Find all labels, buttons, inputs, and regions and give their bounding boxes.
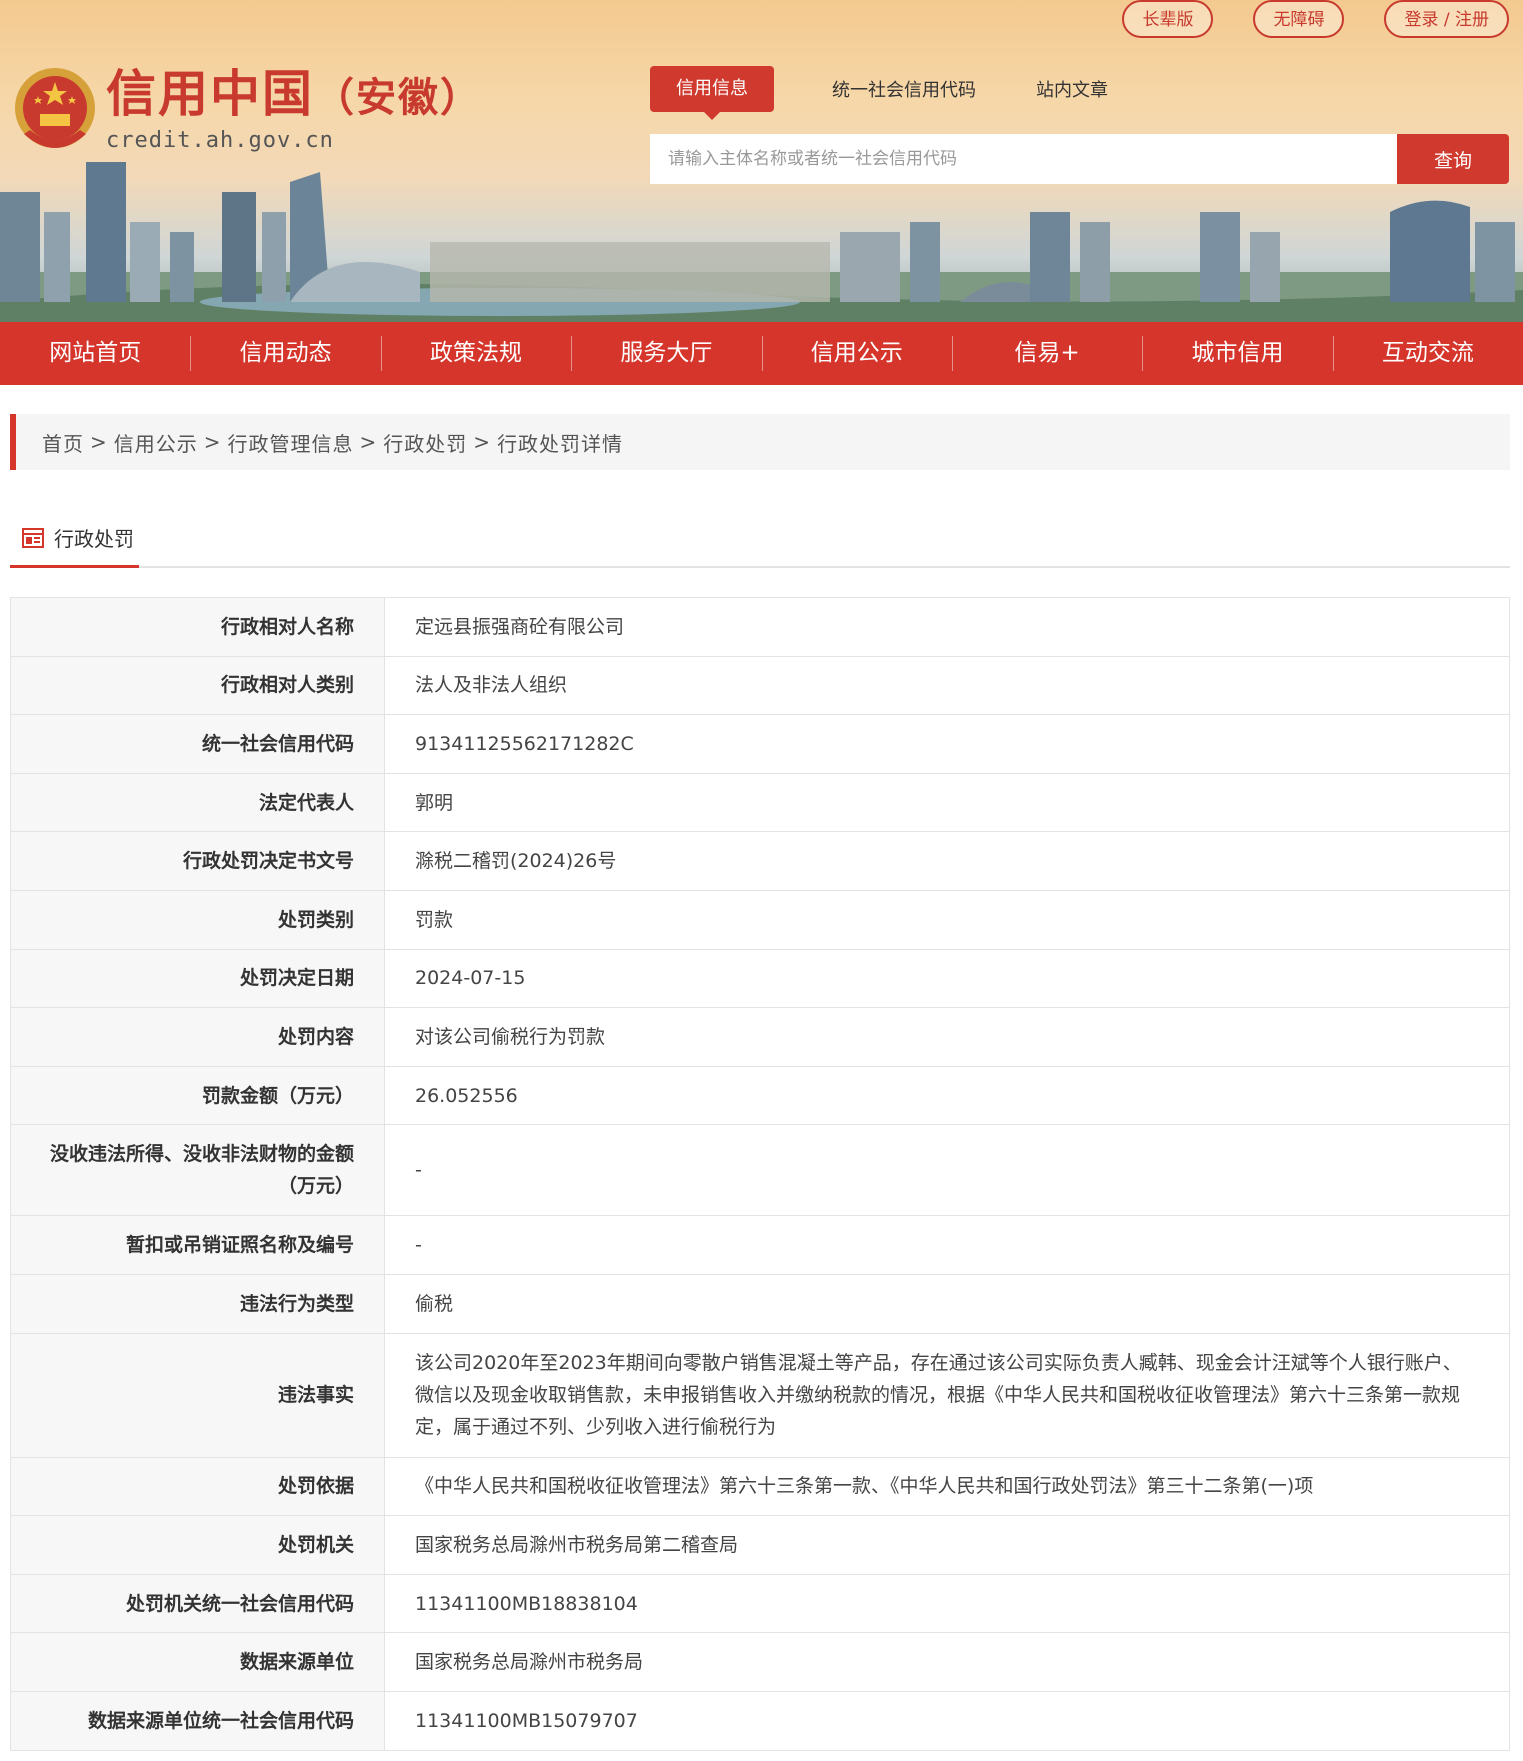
row-label: 行政处罚决定书文号 xyxy=(10,831,385,891)
table-row: 违法事实 该公司2020年至2023年期间向零散户销售混凝土等产品，存在通过该公司… xyxy=(10,1332,1510,1458)
row-value: 《中华人民共和国税收征收管理法》第六十三条第一款、《中华人民共和国行政处罚法》第… xyxy=(384,1456,1510,1517)
row-label: 违法事实 xyxy=(10,1332,385,1458)
row-value: 国家税务总局滁州市税务局第二稽查局 xyxy=(384,1515,1510,1575)
tab-credit-info[interactable]: 信用信息 xyxy=(650,66,774,120)
row-value: 定远县振强商砼有限公司 xyxy=(384,597,1510,657)
row-value: 郭明 xyxy=(384,772,1510,833)
site-url: credit.ah.gov.cn xyxy=(106,128,334,153)
table-row: 没收违法所得、没收非法财物的金额（万元） - xyxy=(10,1124,1510,1217)
row-value: - xyxy=(384,1124,1510,1217)
elder-mode-link[interactable]: 长辈版 xyxy=(1122,0,1214,38)
table-row: 统一社会信用代码 91341125562171282C xyxy=(10,714,1510,774)
national-emblem-icon[interactable] xyxy=(10,64,100,158)
table-row: 处罚机关统一社会信用代码 11341100MB18838104 xyxy=(10,1573,1510,1634)
top-links: 长辈版 无障碍 登录 / 注册 xyxy=(1122,0,1509,38)
row-value: 26.052556 xyxy=(384,1065,1510,1126)
row-value: 11341100MB15079707 xyxy=(384,1690,1510,1751)
tab-site-articles[interactable]: 站内文章 xyxy=(1036,76,1108,102)
breadcrumb-credit-disclosure[interactable]: 信用公示 xyxy=(114,428,198,457)
table-row: 违法行为类型 偷税 xyxy=(10,1273,1510,1334)
row-value: 罚款 xyxy=(384,889,1510,950)
table-row: 行政处罚决定书文号 滁税二稽罚(2024)26号 xyxy=(10,831,1510,891)
table-row: 罚款金额（万元） 26.052556 xyxy=(10,1065,1510,1126)
breadcrumb-home[interactable]: 首页 xyxy=(42,428,84,457)
search-tabs: 信用信息 统一社会信用代码 站内文章 xyxy=(650,66,1168,120)
table-row: 数据来源单位 国家税务总局滁州市税务局 xyxy=(10,1632,1510,1692)
search-input[interactable] xyxy=(650,134,1397,184)
table-row: 处罚内容 对该公司偷税行为罚款 xyxy=(10,1007,1510,1067)
breadcrumb-admin-info[interactable]: 行政管理信息 xyxy=(228,428,354,457)
table-row: 处罚类别 罚款 xyxy=(10,889,1510,950)
row-value: 法人及非法人组织 xyxy=(384,655,1510,716)
row-label: 处罚类别 xyxy=(10,889,385,950)
login-register-link[interactable]: 登录 / 注册 xyxy=(1384,0,1509,38)
search-box: 查询 xyxy=(650,134,1509,184)
row-value: 2024-07-15 xyxy=(384,948,1510,1009)
section-tab: 行政处罚 xyxy=(10,510,139,568)
accessibility-link[interactable]: 无障碍 xyxy=(1253,0,1345,38)
row-value: 11341100MB18838104 xyxy=(384,1573,1510,1634)
nav-home[interactable]: 网站首页 xyxy=(0,322,190,385)
breadcrumb-current: 行政处罚详情 xyxy=(497,431,624,456)
site-province: 安徽 xyxy=(356,75,440,121)
nav-credit-news[interactable]: 信用动态 xyxy=(190,322,380,385)
row-value: 偷税 xyxy=(384,1273,1510,1334)
nav-interaction[interactable]: 互动交流 xyxy=(1332,322,1523,385)
table-row: 处罚机关 国家税务总局滁州市税务局第二稽查局 xyxy=(10,1515,1510,1575)
row-value: 国家税务总局滁州市税务局 xyxy=(384,1632,1510,1692)
row-label: 罚款金额（万元） xyxy=(10,1065,385,1126)
table-row: 处罚决定日期 2024-07-15 xyxy=(10,948,1510,1009)
row-label: 数据来源单位 xyxy=(10,1632,385,1692)
penalty-detail-table: 行政相对人名称 定远县振强商砼有限公司 行政相对人类别 法人及非法人组织 统一社会信用代… xyxy=(10,597,1510,1751)
row-label: 处罚决定日期 xyxy=(10,948,385,1009)
row-value: 滁税二稽罚(2024)26号 xyxy=(384,831,1510,891)
table-row: 行政相对人名称 定远县振强商砼有限公司 xyxy=(10,597,1510,657)
row-label: 暂扣或吊销证照名称及编号 xyxy=(10,1215,385,1275)
nav-xinyi-plus[interactable]: 信易+ xyxy=(951,322,1142,385)
breadcrumb: 首页 > 信用公示 > 行政管理信息 > 行政处罚 > 行政处罚详情 xyxy=(10,414,1510,470)
breadcrumb-admin-penalty[interactable]: 行政处罚 xyxy=(383,428,467,457)
row-label: 数据来源单位统一社会信用代码 xyxy=(10,1690,385,1751)
table-row: 行政相对人类别 法人及非法人组织 xyxy=(10,655,1510,716)
nav-service-hall[interactable]: 服务大厅 xyxy=(571,322,761,385)
site-header: 长辈版 无障碍 登录 / 注册 信用中国（安徽） credit.ah.gov.c… xyxy=(0,0,1523,322)
row-label: 违法行为类型 xyxy=(10,1273,385,1334)
row-value: 91341125562171282C xyxy=(384,714,1510,774)
section-title: 行政处罚 xyxy=(54,527,134,551)
row-label: 处罚内容 xyxy=(10,1007,385,1067)
main-nav: 网站首页 信用动态 政策法规 服务大厅 信用公示 信易+ 城市信用 互动交流 xyxy=(0,322,1523,385)
row-value: 对该公司偷税行为罚款 xyxy=(384,1007,1510,1067)
row-label: 统一社会信用代码 xyxy=(10,714,385,774)
row-label: 处罚依据 xyxy=(10,1456,385,1517)
row-label: 行政相对人类别 xyxy=(10,655,385,716)
row-label: 处罚机关 xyxy=(10,1515,385,1575)
table-row: 暂扣或吊销证照名称及编号 - xyxy=(10,1215,1510,1275)
row-value: 该公司2020年至2023年期间向零散户销售混凝土等产品，存在通过该公司实际负责… xyxy=(384,1332,1510,1458)
table-row: 数据来源单位统一社会信用代码 11341100MB15079707 xyxy=(10,1690,1510,1751)
table-row: 处罚依据 《中华人民共和国税收征收管理法》第六十三条第一款、《中华人民共和国行政处… xyxy=(10,1456,1510,1517)
nav-credit-disclosure[interactable]: 信用公示 xyxy=(761,322,952,385)
section-header: 行政处罚 xyxy=(10,510,1510,568)
nav-city-credit[interactable]: 城市信用 xyxy=(1142,322,1332,385)
row-label: 处罚机关统一社会信用代码 xyxy=(10,1573,385,1634)
row-value: - xyxy=(384,1215,1510,1275)
site-title: 信用中国（安徽） xyxy=(106,65,482,123)
site-logo-text[interactable]: 信用中国（安徽） credit.ah.gov.cn xyxy=(106,64,482,153)
table-row: 法定代表人 郭明 xyxy=(10,772,1510,833)
nav-policies[interactable]: 政策法规 xyxy=(380,322,571,385)
row-label: 没收违法所得、没收非法财物的金额（万元） xyxy=(10,1124,385,1217)
tab-credit-code[interactable]: 统一社会信用代码 xyxy=(832,76,976,102)
document-list-icon xyxy=(22,527,44,548)
search-button[interactable]: 查询 xyxy=(1397,134,1509,184)
row-label: 行政相对人名称 xyxy=(10,597,385,657)
row-label: 法定代表人 xyxy=(10,772,385,833)
